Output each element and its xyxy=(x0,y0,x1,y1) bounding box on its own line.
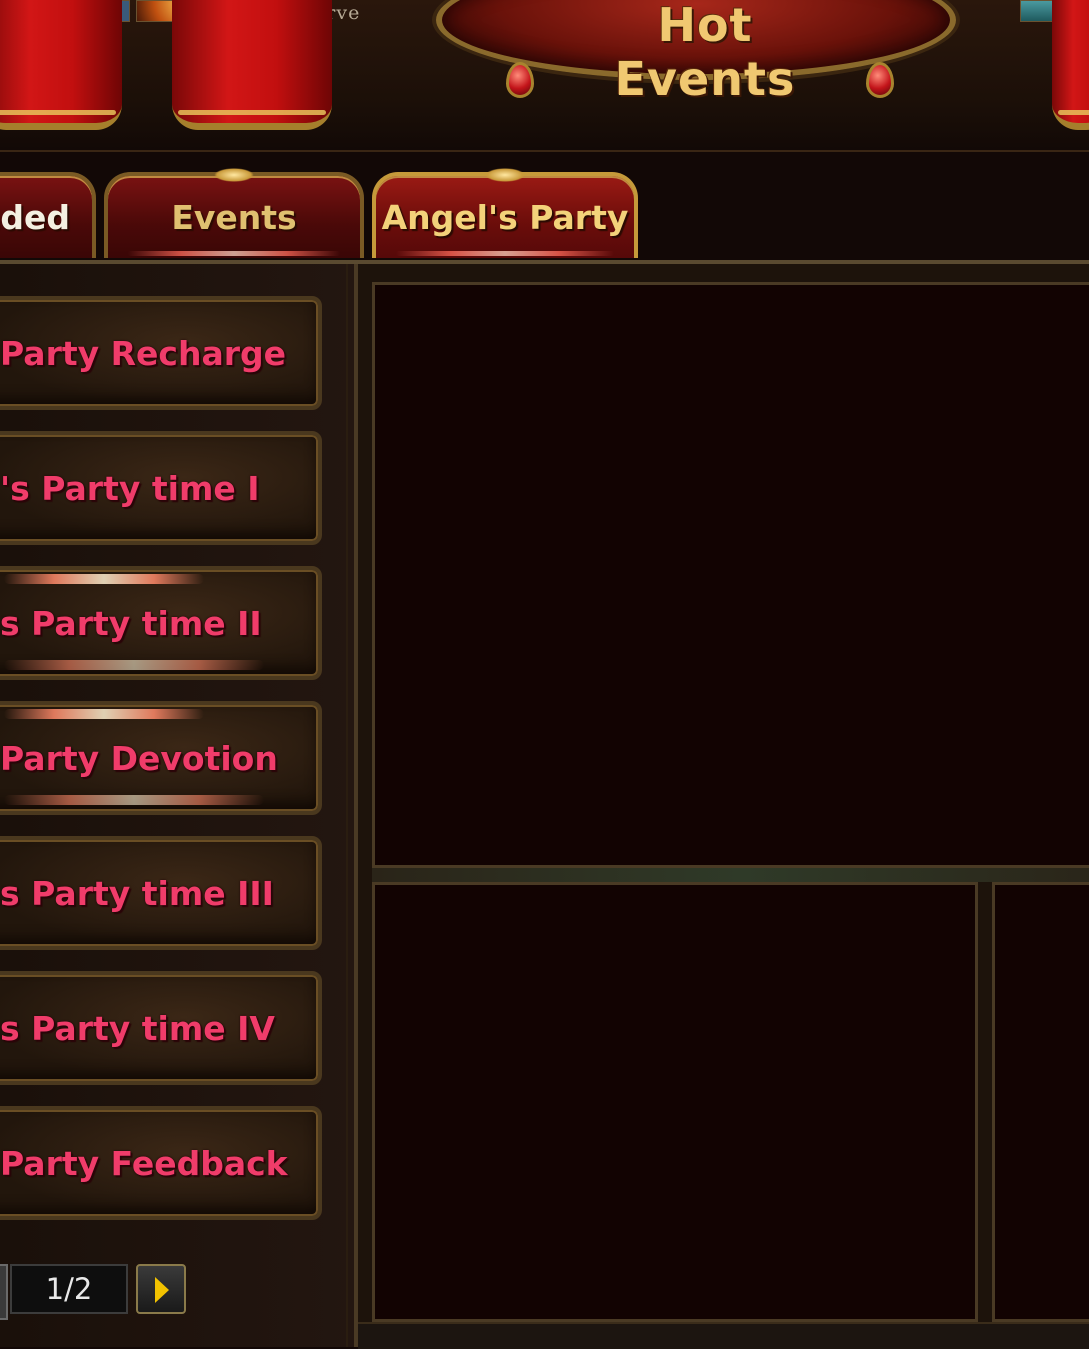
event-label: s Party time IV xyxy=(0,1009,275,1048)
tab-label: nded xyxy=(0,198,70,237)
top-banner: X-serve Hot Events xyxy=(0,0,1089,152)
curtain-drape xyxy=(1052,0,1089,130)
event-label: s Party time III xyxy=(0,874,274,913)
tab-label: Angel's Party xyxy=(381,198,629,237)
curtain-drape xyxy=(0,0,122,130)
event-item-party-devotion[interactable]: Party Devotion xyxy=(0,701,322,815)
event-detail-panel xyxy=(358,264,1089,1349)
tab-ornament-icon xyxy=(214,168,254,182)
tab-label: Events xyxy=(171,198,297,237)
page-indicator: 1/2 xyxy=(10,1264,128,1314)
red-gem-icon xyxy=(506,62,534,98)
prev-page-button[interactable] xyxy=(0,1264,8,1320)
tab-ornament-icon xyxy=(485,168,525,182)
panel-bottom-border xyxy=(358,1322,1089,1349)
red-gem-icon xyxy=(866,62,894,98)
event-label: 's Party time I xyxy=(0,469,260,508)
page-title: Hot Events xyxy=(614,0,796,106)
tab-glow xyxy=(396,251,614,256)
event-item-party-recharge[interactable]: Party Recharge xyxy=(0,296,322,410)
event-item-party-time-1[interactable]: 's Party time I xyxy=(0,431,322,545)
event-item-party-time-4[interactable]: s Party time IV xyxy=(0,971,322,1085)
top-icon-slot[interactable] xyxy=(1020,0,1056,22)
event-label: Party Feedback xyxy=(0,1144,288,1183)
tab-angels-party[interactable]: Angel's Party xyxy=(372,168,638,258)
event-label: Party Recharge xyxy=(0,334,287,373)
tab-recommended[interactable]: nded xyxy=(0,172,96,258)
tab-events[interactable]: Events xyxy=(104,168,364,258)
reward-area xyxy=(372,882,978,1322)
tab-glow xyxy=(128,251,340,256)
event-item-party-feedback[interactable]: Party Feedback xyxy=(0,1106,322,1220)
tab-bar: nded Events Angel's Party xyxy=(0,152,1089,264)
event-item-party-time-2[interactable]: s Party time II xyxy=(0,566,322,680)
content-divider xyxy=(372,868,1089,882)
arrow-right-icon[interactable] xyxy=(136,1264,186,1314)
curtain-drape xyxy=(172,0,332,130)
event-label: Party Devotion xyxy=(0,739,278,778)
event-label: s Party time II xyxy=(0,604,262,643)
side-info-area xyxy=(992,882,1089,1322)
event-item-party-time-3[interactable]: s Party time III xyxy=(0,836,322,950)
event-description-area xyxy=(372,282,1089,868)
